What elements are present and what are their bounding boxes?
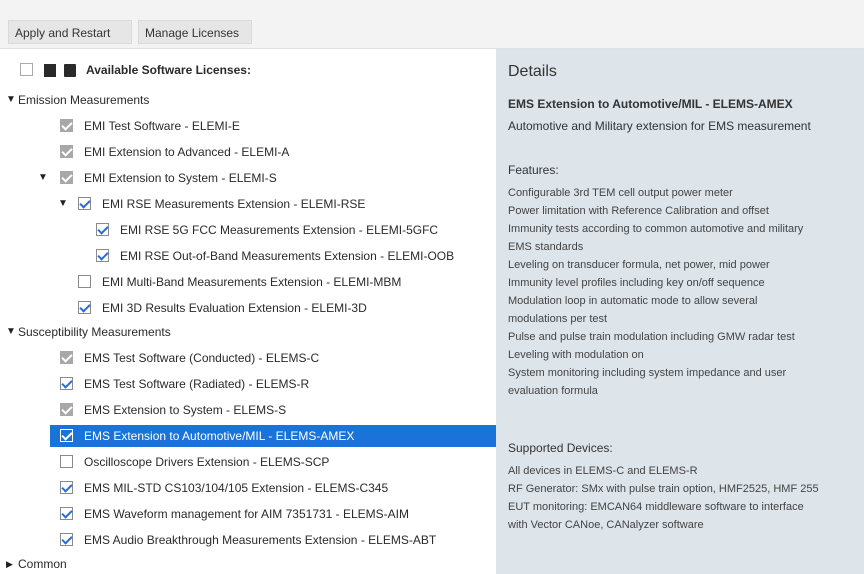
manage-licenses-button[interactable]: Manage Licenses: [138, 20, 252, 44]
feature-line: Modulation loop in automatic mode to all…: [508, 295, 758, 307]
checkbox[interactable]: [60, 377, 73, 390]
feature-line: modulations per test: [508, 313, 608, 325]
checkbox[interactable]: [60, 403, 73, 416]
tree-item-elems-r[interactable]: EMS Test Software (Radiated) - ELEMS-R: [0, 373, 496, 395]
item-label: EMI 3D Results Evaluation Extension - EL…: [102, 301, 367, 315]
tree-item-elemi-3d[interactable]: EMI 3D Results Evaluation Extension - EL…: [0, 297, 496, 319]
checkbox[interactable]: [60, 455, 73, 468]
feature-line: System monitoring including system imped…: [508, 367, 787, 379]
tree-item-elems-s[interactable]: EMS Extension to System - ELEMS-S: [0, 399, 496, 421]
group-label: Emission Measurements: [18, 93, 150, 107]
apply-and-restart-button[interactable]: Apply and Restart: [8, 20, 132, 44]
item-label: EMS Extension to Automotive/MIL - ELEMS-…: [84, 429, 355, 443]
export-icon[interactable]: [44, 64, 56, 77]
expand-arrow-icon[interactable]: ▼: [6, 321, 16, 343]
details-panel: Details EMS Extension to Automotive/MIL …: [496, 49, 864, 574]
feature-line: Leveling with modulation on: [508, 349, 644, 361]
collapse-arrow-icon[interactable]: ▶: [6, 553, 13, 574]
expand-arrow-icon[interactable]: ▼: [6, 89, 16, 111]
tree-item-elemi-5gfc[interactable]: EMI RSE 5G FCC Measurements Extension - …: [0, 219, 496, 241]
import-icon[interactable]: [64, 64, 76, 77]
details-product-name: EMS Extension to Automotive/MIL - ELEMS-…: [508, 97, 793, 111]
item-label: EMI RSE 5G FCC Measurements Extension - …: [120, 223, 439, 237]
group-label: Susceptibility Measurements: [18, 325, 171, 339]
group-emission-measurements[interactable]: ▼ Emission Measurements: [0, 89, 496, 111]
item-label: EMI Extension to Advanced - ELEMI-A: [84, 145, 290, 159]
checkbox[interactable]: [60, 533, 73, 546]
feature-line: evaluation formula: [508, 385, 598, 397]
checkbox[interactable]: [78, 301, 91, 314]
tree-item-elemi-a[interactable]: EMI Extension to Advanced - ELEMI-A: [0, 141, 496, 163]
tree-item-elemi-e[interactable]: EMI Test Software - ELEMI-E: [0, 115, 496, 137]
feature-line: Configurable 3rd TEM cell output power m…: [508, 187, 733, 199]
feature-line: EMS standards: [508, 241, 584, 253]
feature-line: Immunity level profiles including key on…: [508, 277, 765, 289]
tree-item-elemi-rse[interactable]: ▼ EMI RSE Measurements Extension - ELEMI…: [0, 193, 496, 215]
item-label: EMS Waveform management for AIM 7351731 …: [84, 507, 410, 521]
tree-item-elems-amex[interactable]: EMS Extension to Automotive/MIL - ELEMS-…: [50, 425, 496, 447]
tree-item-elems-c[interactable]: EMS Test Software (Conducted) - ELEMS-C: [0, 347, 496, 369]
device-line: All devices in ELEMS-C and ELEMS-R: [508, 465, 698, 477]
feature-line: Immunity tests according to common autom…: [508, 223, 804, 235]
toolbar: Apply and Restart Manage Licenses: [0, 0, 864, 49]
details-title: Details: [508, 63, 557, 80]
feature-line: Power limitation with Reference Calibrat…: [508, 205, 769, 217]
tree-header: Available Software Licenses:: [0, 59, 496, 81]
item-label: EMI RSE Out-of-Band Measurements Extensi…: [120, 249, 455, 263]
supported-devices-heading: Supported Devices:: [508, 441, 613, 455]
device-line: RF Generator: SMx with pulse train optio…: [508, 483, 819, 495]
tree-item-elems-scp[interactable]: Oscilloscope Drivers Extension - ELEMS-S…: [0, 451, 496, 473]
checkbox[interactable]: [60, 351, 73, 364]
checkbox[interactable]: [60, 429, 73, 442]
item-label: Oscilloscope Drivers Extension - ELEMS-S…: [84, 455, 330, 469]
expand-arrow-icon[interactable]: ▼: [58, 193, 68, 215]
item-label: EMI Multi-Band Measurements Extension - …: [102, 275, 402, 289]
checkbox[interactable]: [60, 171, 73, 184]
select-all-checkbox[interactable]: [20, 63, 33, 76]
expand-arrow-icon[interactable]: ▼: [38, 167, 48, 189]
license-tree: Available Software Licenses: ▼ Emission …: [0, 49, 496, 574]
tree-item-elemi-oob[interactable]: EMI RSE Out-of-Band Measurements Extensi…: [0, 245, 496, 267]
group-label: Common: [18, 557, 67, 571]
tree-item-elems-abt[interactable]: EMS Audio Breakthrough Measurements Exte…: [0, 529, 496, 551]
checkbox[interactable]: [60, 145, 73, 158]
tree-header-title: Available Software Licenses:: [86, 63, 251, 77]
device-line: with Vector CANoe, CANalyzer software: [508, 519, 704, 531]
tree-item-elemi-s[interactable]: ▼ EMI Extension to System - ELEMI-S: [0, 167, 496, 189]
feature-line: Leveling on transducer formula, net powe…: [508, 259, 770, 271]
item-label: EMS Test Software (Radiated) - ELEMS-R: [84, 377, 310, 391]
details-description: Automotive and Military extension for EM…: [508, 119, 811, 133]
tree-item-elems-aim[interactable]: EMS Waveform management for AIM 7351731 …: [0, 503, 496, 525]
checkbox[interactable]: [96, 223, 109, 236]
item-label: EMI Extension to System - ELEMI-S: [84, 171, 277, 185]
device-line: EUT monitoring: EMCAN64 middleware softw…: [508, 501, 804, 513]
group-common[interactable]: ▶ Common: [0, 553, 496, 574]
checkbox[interactable]: [78, 275, 91, 288]
item-label: EMS Audio Breakthrough Measurements Exte…: [84, 533, 437, 547]
tree-item-elems-c345[interactable]: EMS MIL-STD CS103/104/105 Extension - EL…: [0, 477, 496, 499]
checkbox[interactable]: [78, 197, 91, 210]
group-susceptibility-measurements[interactable]: ▼ Susceptibility Measurements: [0, 321, 496, 343]
item-label: EMS Test Software (Conducted) - ELEMS-C: [84, 351, 320, 365]
item-label: EMS Extension to System - ELEMS-S: [84, 403, 287, 417]
item-label: EMS MIL-STD CS103/104/105 Extension - EL…: [84, 481, 389, 495]
tree-item-elemi-mbm[interactable]: EMI Multi-Band Measurements Extension - …: [0, 271, 496, 293]
checkbox[interactable]: [96, 249, 109, 262]
checkbox[interactable]: [60, 507, 73, 520]
item-label: EMI RSE Measurements Extension - ELEMI-R…: [102, 197, 366, 211]
features-heading: Features:: [508, 163, 559, 177]
feature-line: Pulse and pulse train modulation includi…: [508, 331, 795, 343]
checkbox[interactable]: [60, 119, 73, 132]
checkbox[interactable]: [60, 481, 73, 494]
item-label: EMI Test Software - ELEMI-E: [84, 119, 240, 133]
